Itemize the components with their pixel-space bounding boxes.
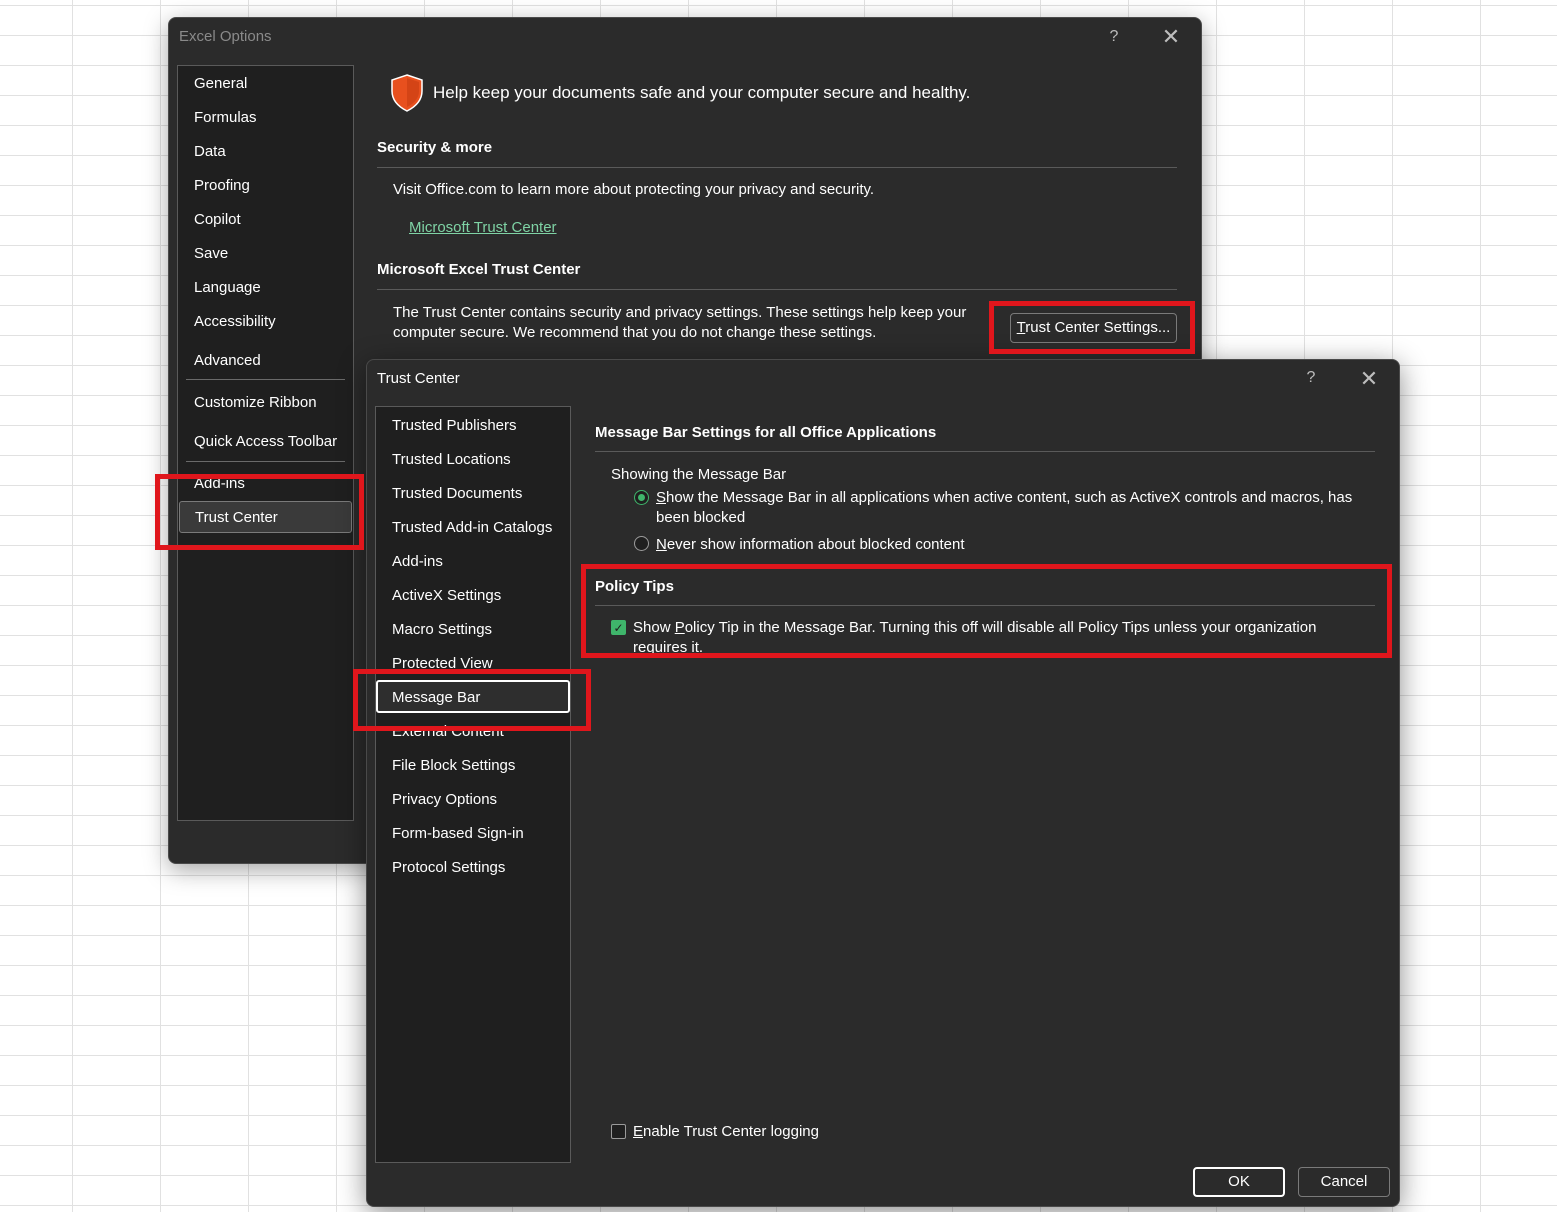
section-divider	[377, 289, 1177, 290]
nav-item-protocol-settings[interactable]: Protocol Settings	[392, 859, 505, 876]
highlight-trust-center-settings	[989, 301, 1195, 354]
nav-item-quick-access-toolbar[interactable]: Quick Access Toolbar	[194, 433, 337, 450]
radio-show-message-bar-label[interactable]: Show the Message Bar in all applications…	[656, 488, 1356, 528]
nav-item-proofing[interactable]: Proofing	[194, 177, 250, 194]
option-label: how the Message Bar in all applications …	[656, 489, 1353, 526]
nav-item-customize-ribbon[interactable]: Customize Ribbon	[194, 394, 317, 411]
highlight-message-bar-nav	[353, 669, 591, 731]
option-label: ever show information about blocked cont…	[666, 536, 965, 553]
nav-divider	[186, 461, 345, 462]
nav-divider	[186, 379, 345, 380]
ok-button[interactable]: OK	[1193, 1167, 1285, 1197]
help-button[interactable]: ?	[1299, 366, 1323, 390]
shield-icon	[390, 74, 424, 112]
accel-key: E	[633, 1123, 644, 1140]
radio-never-show-info-label[interactable]: Never show information about blocked con…	[656, 535, 965, 555]
nav-item-trusted-locations[interactable]: Trusted Locations	[392, 451, 511, 468]
nav-item-file-block-settings[interactable]: File Block Settings	[392, 757, 515, 774]
section-divider	[595, 451, 1375, 452]
cancel-button[interactable]: Cancel	[1298, 1167, 1390, 1197]
highlight-policy-tips	[581, 564, 1392, 658]
nav-item-formulas[interactable]: Formulas	[194, 109, 257, 126]
nav-item-add-ins[interactable]: Add-ins	[392, 553, 443, 570]
trust-center-title: Trust Center	[377, 370, 460, 387]
section-divider	[377, 167, 1177, 168]
nav-item-trusted-add-in-catalogs[interactable]: Trusted Add-in Catalogs	[392, 519, 552, 536]
nav-item-macro-settings[interactable]: Macro Settings	[392, 621, 492, 638]
radio-never-show-info[interactable]	[634, 536, 649, 551]
highlight-trust-center-nav	[155, 474, 364, 550]
trust-center-nav: Trusted Publishers Trusted Locations Tru…	[375, 406, 571, 1163]
help-button[interactable]: ?	[1102, 25, 1126, 49]
nav-item-general[interactable]: General	[194, 75, 247, 92]
nav-item-trusted-publishers[interactable]: Trusted Publishers	[392, 417, 517, 434]
nav-item-advanced[interactable]: Advanced	[194, 352, 261, 369]
accel-key: N	[656, 536, 667, 553]
trust-center-dialog: Trust Center ? ✕ Trusted Publishers Trus…	[366, 359, 1400, 1207]
accel-key: S	[656, 489, 667, 506]
showing-message-bar-label: Showing the Message Bar	[611, 466, 787, 483]
nav-item-privacy-options[interactable]: Privacy Options	[392, 791, 497, 808]
excel-options-title: Excel Options	[179, 28, 272, 45]
radio-show-message-bar[interactable]	[634, 490, 649, 505]
trust-center-description: The Trust Center contains security and p…	[393, 304, 967, 341]
checkbox-enable-logging[interactable]	[611, 1124, 626, 1139]
nav-item-data[interactable]: Data	[194, 143, 226, 160]
nav-item-trusted-documents[interactable]: Trusted Documents	[392, 485, 522, 502]
nav-item-accessibility[interactable]: Accessibility	[194, 313, 276, 330]
nav-item-form-based-sign-in[interactable]: Form-based Sign-in	[392, 825, 524, 842]
excel-options-nav: General Formulas Data Proofing Copilot S…	[177, 65, 354, 821]
trust-section-title: Microsoft Excel Trust Center	[377, 261, 581, 278]
option-label: nable Trust Center logging	[643, 1123, 819, 1140]
nav-item-activex-settings[interactable]: ActiveX Settings	[392, 587, 501, 604]
message-bar-section-title: Message Bar Settings for all Office Appl…	[595, 424, 937, 441]
nav-item-copilot[interactable]: Copilot	[194, 211, 241, 228]
header-text: Help keep your documents safe and your c…	[433, 83, 971, 102]
nav-item-save[interactable]: Save	[194, 245, 228, 262]
microsoft-trust-center-link[interactable]: Microsoft Trust Center	[409, 219, 557, 236]
nav-item-language[interactable]: Language	[194, 279, 261, 296]
close-icon[interactable]: ✕	[1159, 26, 1183, 50]
security-section-title: Security & more	[377, 139, 493, 156]
security-text: Visit Office.com to learn more about pro…	[393, 181, 875, 198]
checkbox-enable-logging-label[interactable]: Enable Trust Center logging	[633, 1122, 819, 1142]
close-icon[interactable]: ✕	[1357, 368, 1381, 392]
